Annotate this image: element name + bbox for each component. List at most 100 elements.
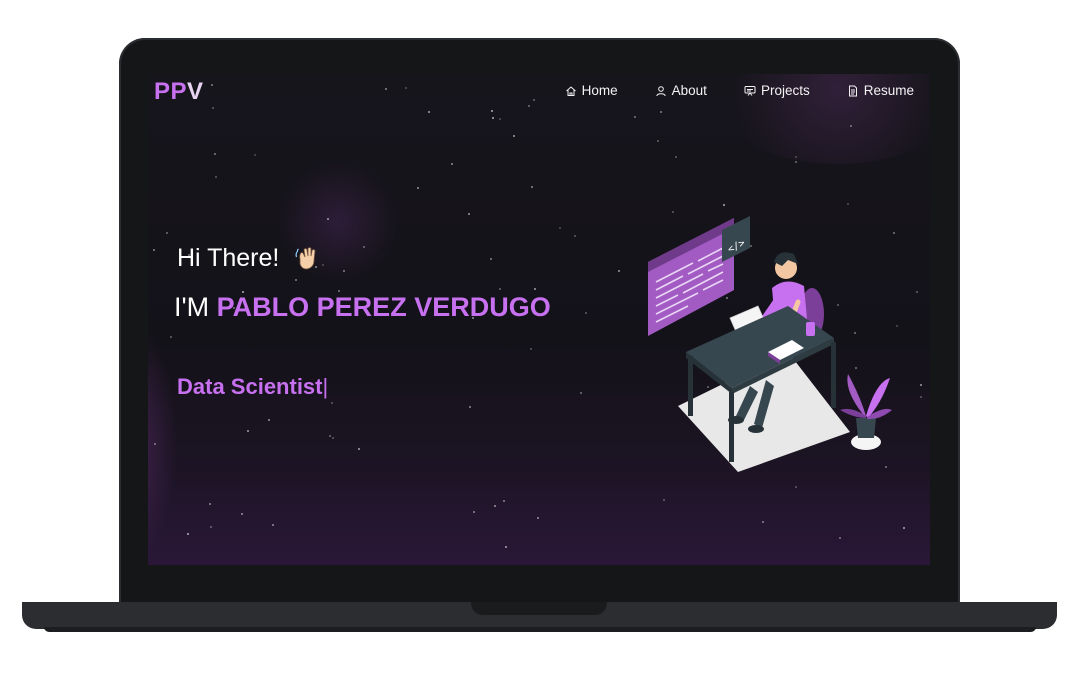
star-dot (272, 524, 274, 526)
star-dot (618, 270, 620, 272)
star-dot (847, 203, 849, 205)
star-dot (762, 521, 764, 523)
star-dot (903, 527, 905, 529)
star-dot (839, 537, 841, 539)
projects-icon (744, 85, 756, 96)
navbar: Home About Projects Resume (528, 83, 914, 98)
star-dot (513, 135, 515, 137)
star-dot (214, 153, 216, 155)
star-dot (187, 533, 189, 535)
star-dot (215, 176, 217, 178)
nav-item-resume[interactable]: Resume (847, 83, 914, 98)
star-dot (499, 118, 501, 120)
star-dot (916, 291, 918, 293)
role-text: Data Scientist (177, 374, 323, 399)
home-icon (565, 85, 576, 96)
star-dot (531, 186, 533, 188)
star-dot (417, 187, 419, 189)
star-dot (329, 435, 331, 437)
star-dot (850, 125, 852, 127)
star-dot (327, 218, 329, 220)
typewriter-role: Data Scientist| (177, 374, 328, 400)
star-dot (268, 419, 270, 421)
user-icon (655, 85, 666, 96)
star-dot (505, 546, 507, 548)
hero-greeting: Hi There! (177, 244, 320, 273)
star-dot (469, 406, 471, 408)
star-dot (634, 116, 636, 118)
star-dot (660, 111, 662, 113)
star-dot (295, 279, 297, 281)
star-dot (209, 503, 211, 505)
greeting-text: Hi There! (177, 244, 280, 272)
star-dot (153, 249, 155, 251)
star-dot (428, 111, 430, 113)
star-dot (534, 288, 536, 290)
star-dot (559, 227, 561, 229)
star-dot (491, 110, 493, 112)
hero-name: PABLO PEREZ VERDUGO (216, 292, 551, 322)
star-dot (154, 443, 156, 445)
document-icon (848, 85, 857, 96)
star-dot (580, 392, 582, 394)
laptop-base-shadow (44, 627, 1036, 632)
star-dot (343, 270, 345, 272)
star-dot (920, 384, 922, 386)
intro-prefix: I'M (174, 292, 210, 322)
star-dot (405, 87, 407, 89)
star-dot (663, 499, 665, 501)
background-glow (148, 324, 178, 564)
nav-label: Projects (760, 83, 810, 98)
star-dot (166, 232, 168, 234)
star-dot (332, 437, 334, 439)
star-dot (490, 258, 492, 260)
star-dot (170, 336, 172, 338)
star-dot (358, 448, 360, 450)
nav-item-about[interactable]: About (655, 83, 707, 98)
star-dot (473, 511, 475, 513)
star-dot (723, 204, 725, 206)
star-dot (795, 161, 797, 163)
star-dot (657, 140, 659, 142)
nav-label: Resume (863, 83, 914, 98)
star-dot (322, 264, 324, 266)
star-dot (574, 235, 576, 237)
star-dot (528, 105, 530, 107)
star-dot (247, 430, 249, 432)
star-dot (675, 156, 677, 158)
star-dot (537, 517, 539, 519)
nav-label: About (671, 83, 707, 98)
nav-item-home[interactable]: Home (565, 83, 618, 98)
star-dot (212, 107, 214, 109)
star-dot (533, 99, 535, 101)
star-dot (494, 505, 496, 507)
star-dot (530, 348, 532, 350)
star-dot (385, 88, 387, 90)
laptop-mockup: PPV Home About Projects Resume Hi There! (0, 0, 1080, 686)
star-dot (499, 288, 501, 290)
typing-cursor: | (322, 374, 329, 399)
nav-item-projects[interactable]: Projects (744, 83, 810, 98)
star-dot (331, 402, 333, 404)
star-dot (211, 84, 213, 86)
star-dot (241, 513, 243, 515)
star-dot (795, 486, 797, 488)
star-dot (585, 312, 587, 314)
star-dot (503, 500, 505, 502)
waving-hand-icon (295, 247, 316, 270)
laptop-screen: PPV Home About Projects Resume Hi There! (148, 74, 930, 565)
hero-intro: I'M PABLO PEREZ VERDUGO (174, 292, 551, 323)
nav-label: Home (581, 83, 618, 98)
star-dot (468, 213, 470, 215)
star-dot (795, 156, 797, 158)
developer-illustration: </> (648, 216, 892, 472)
star-dot (210, 526, 212, 528)
star-dot (492, 117, 494, 119)
site-logo[interactable]: PPV (154, 78, 204, 106)
logo-prefix: PP (154, 78, 188, 105)
logo-suffix: V (187, 78, 204, 105)
star-dot (254, 154, 256, 156)
star-dot (920, 396, 922, 398)
star-dot (363, 246, 365, 248)
star-dot (451, 163, 453, 165)
